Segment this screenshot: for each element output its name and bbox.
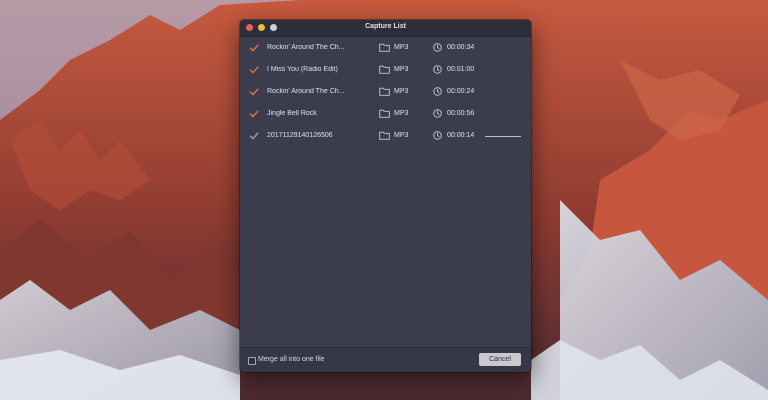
capture-duration: 00:01:00 xyxy=(447,66,475,73)
merge-label[interactable]: Merge all into one file xyxy=(258,356,325,363)
folder-icon[interactable] xyxy=(379,131,390,140)
capture-format: MP3 xyxy=(394,66,409,73)
merge-checkbox[interactable] xyxy=(248,357,256,365)
capture-row[interactable]: 20171129140126506 MP3 00:00:14 xyxy=(240,125,531,147)
capture-format: MP3 xyxy=(394,110,409,117)
capture-duration: 00:00:34 xyxy=(447,44,475,51)
capture-format: MP3 xyxy=(394,132,409,139)
capture-row[interactable]: Jingle Bell Rock MP3 00:00:56 xyxy=(240,103,531,125)
capture-list: Rockin' Around The Ch... MP3 00:00:34 I Mis… xyxy=(240,37,531,147)
capture-progress-fill xyxy=(485,136,521,137)
capture-progress-bar xyxy=(485,136,521,137)
folder-icon[interactable] xyxy=(379,109,390,118)
capture-name: Rockin' Around The Ch... xyxy=(267,44,345,51)
folder-icon[interactable] xyxy=(379,65,390,74)
checkmark-icon[interactable] xyxy=(249,43,259,53)
capture-name: Rockin' Around The Ch... xyxy=(267,88,345,95)
capture-row[interactable]: I Miss You (Radio Edit) MP3 00:01:00 xyxy=(240,59,531,81)
clock-icon xyxy=(433,87,442,96)
capture-format: MP3 xyxy=(394,44,409,51)
cancel-button[interactable]: Cancel xyxy=(479,353,521,366)
checkmark-icon[interactable] xyxy=(249,131,259,141)
folder-icon[interactable] xyxy=(379,87,390,96)
capture-name: Jingle Bell Rock xyxy=(267,110,317,117)
clock-icon xyxy=(433,43,442,52)
capture-duration: 00:00:24 xyxy=(447,88,475,95)
capture-name: 20171129140126506 xyxy=(267,132,333,139)
checkmark-icon[interactable] xyxy=(249,87,259,97)
capture-duration: 00:00:56 xyxy=(447,110,475,117)
window-title: Capture List xyxy=(365,23,406,30)
checkmark-icon[interactable] xyxy=(249,65,259,75)
checkmark-icon[interactable] xyxy=(249,109,259,119)
capture-name: I Miss You (Radio Edit) xyxy=(267,66,338,73)
clock-icon xyxy=(433,65,442,74)
capture-row[interactable]: Rockin' Around The Ch... MP3 00:00:34 xyxy=(240,37,531,59)
clock-icon xyxy=(433,131,442,140)
capture-row[interactable]: Rockin' Around The Ch... MP3 00:00:24 xyxy=(240,81,531,103)
capture-duration: 00:00:14 xyxy=(447,132,475,139)
window-titlebar[interactable]: Capture List xyxy=(240,20,531,37)
folder-icon[interactable] xyxy=(379,43,390,52)
capture-list-window: Capture List Rockin' Around The Ch... MP3… xyxy=(240,20,531,372)
clock-icon xyxy=(433,109,442,118)
capture-format: MP3 xyxy=(394,88,409,95)
window-footer: Merge all into one file Cancel xyxy=(240,347,531,372)
